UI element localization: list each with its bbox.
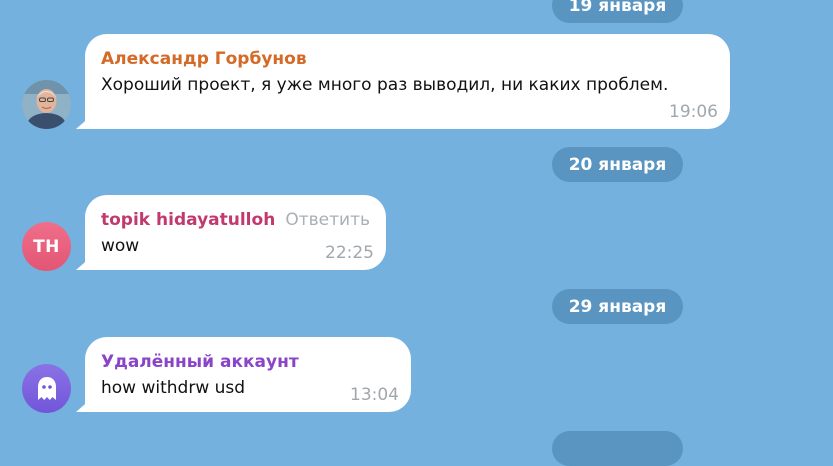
message-text: Хороший проект, я уже много раз выводил,… <box>101 75 669 95</box>
avatar[interactable]: TH <box>22 222 71 271</box>
avatar[interactable] <box>22 364 71 413</box>
message-text: wow <box>101 236 140 256</box>
date-separator: 29 января <box>552 289 683 324</box>
user-photo <box>22 80 71 129</box>
reply-button[interactable]: Ответить <box>285 210 370 230</box>
message-time: 22:25 <box>325 243 374 263</box>
avatar[interactable] <box>22 80 71 129</box>
date-separator <box>552 431 683 466</box>
sender-name[interactable]: Александр Горбунов <box>101 49 307 69</box>
date-label: 29 января <box>568 296 667 317</box>
sender-name[interactable]: topik hidayatulloh <box>101 210 275 230</box>
message-bubble[interactable]: topik hidayatulloh Ответить wow 22:25 <box>85 195 386 270</box>
date-label: 20 января <box>568 154 667 175</box>
date-separator: 20 января <box>552 147 683 182</box>
message-bubble[interactable]: Удалённый аккаунт how withdrw usd 13:04 <box>85 337 411 412</box>
sender-name[interactable]: Удалённый аккаунт <box>101 352 299 372</box>
message-time: 13:04 <box>350 385 399 405</box>
ghost-icon <box>37 376 56 400</box>
message-bubble[interactable]: Александр Горбунов Хороший проект, я уже… <box>85 34 730 129</box>
avatar-initials: TH <box>33 236 60 257</box>
message-text: how withdrw usd <box>101 378 246 398</box>
date-label: 19 января <box>568 0 667 16</box>
message-time: 19:06 <box>669 102 718 122</box>
date-separator: 19 января <box>552 0 683 23</box>
